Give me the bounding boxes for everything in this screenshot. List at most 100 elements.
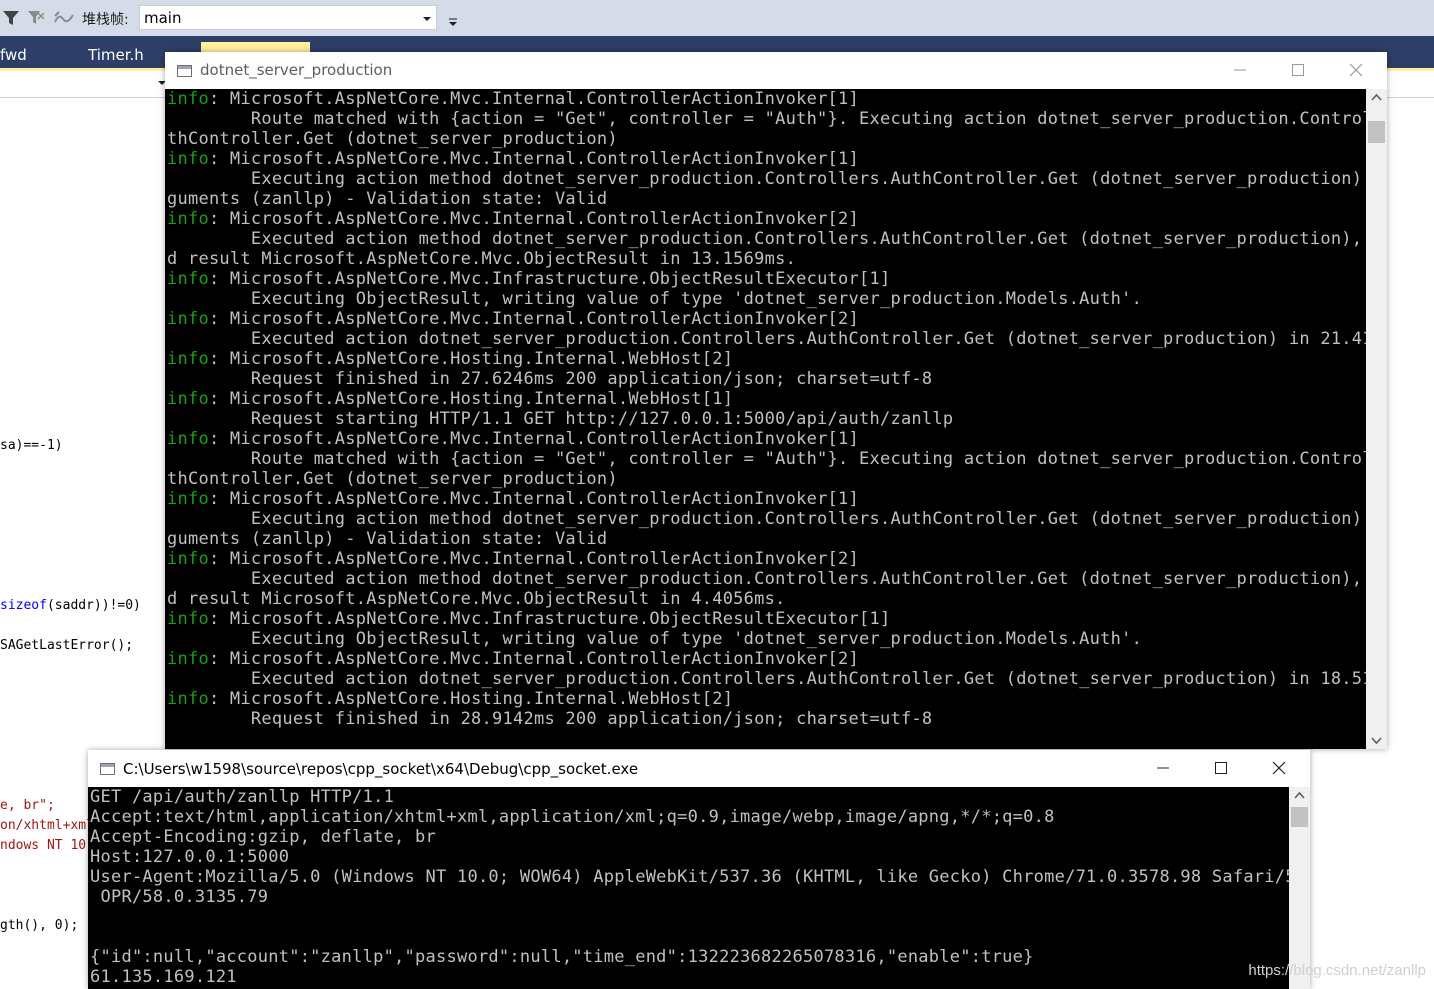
console-output[interactable]: info: Microsoft.AspNetCore.Mvc.Internal.…	[165, 89, 1366, 749]
console-line: d result Microsoft.AspNetCore.Mvc.Object…	[167, 589, 786, 609]
console-line-text: : Microsoft.AspNetCore.Mvc.Internal.Cont…	[208, 429, 860, 449]
watermark-text: https://blog.csdn.net/zanllp	[1248, 962, 1426, 979]
maximize-button[interactable]	[1269, 52, 1327, 89]
code-string: e, br";	[0, 798, 55, 813]
code-keyword: sizeof	[0, 598, 47, 613]
log-level-label: info	[167, 649, 209, 669]
console-line: guments (zanllp) - Validation state: Val…	[167, 529, 607, 549]
tab-timer-h[interactable]: Timer.h	[88, 46, 144, 64]
console-line: Executed action dotnet_server_production…	[167, 669, 1366, 689]
console-line: Request starting HTTP/1.1 GET http://127…	[167, 409, 953, 429]
minimize-button[interactable]	[1211, 52, 1269, 89]
console-line-text: : Microsoft.AspNetCore.Mvc.Internal.Cont…	[208, 649, 860, 669]
code-line: e, br";	[0, 798, 55, 813]
window-title: dotnet_server_production	[200, 61, 393, 79]
filter-clear-icon[interactable]	[27, 9, 45, 27]
console-line-text: Host:127.0.0.1:5000	[90, 847, 290, 867]
console-line: info: Microsoft.AspNetCore.Mvc.Infrastru…	[167, 609, 890, 629]
console-line: guments (zanllp) - Validation state: Val…	[167, 189, 607, 209]
console-line-text: Request finished in 28.9142ms 200 applic…	[167, 709, 933, 729]
close-button[interactable]	[1327, 52, 1385, 89]
console-line-text: : Microsoft.AspNetCore.Mvc.Internal.Cont…	[208, 89, 860, 109]
console-line: {"id":null,"account":"zanllp","password"…	[90, 947, 1034, 967]
console-line: info: Microsoft.AspNetCore.Mvc.Internal.…	[167, 489, 859, 509]
console-line: Request finished in 28.9142ms 200 applic…	[167, 709, 932, 729]
vertical-scrollbar[interactable]	[1366, 89, 1387, 749]
log-level-label: info	[167, 349, 209, 369]
code-line: gth(), 0);	[0, 918, 78, 933]
tab-fwd[interactable]: fwd	[0, 46, 27, 64]
stack-frame-select[interactable]: main	[139, 5, 437, 30]
console-line-text: Accept-Encoding:gzip, deflate, br	[90, 827, 437, 847]
console-line: info: Microsoft.AspNetCore.Mvc.Internal.…	[167, 149, 859, 169]
console-output[interactable]: GET /api/auth/zanllp HTTP/1.1 Accept:text…	[88, 787, 1289, 989]
console-line: OPR/58.0.3135.79	[90, 887, 268, 907]
console-app-icon	[177, 65, 192, 77]
console-line-text: : Microsoft.AspNetCore.Mvc.Internal.Cont…	[208, 489, 860, 509]
console-line-text: 61.135.169.121	[90, 967, 237, 987]
code-text: sa)==-1)	[0, 438, 63, 453]
console-line: Executing action method dotnet_server_pr…	[167, 509, 1366, 529]
scroll-thumb[interactable]	[1368, 121, 1385, 143]
console-line-text: {"id":null,"account":"zanllp","password"…	[90, 947, 1034, 967]
code-line: on/xhtml+xml	[0, 818, 94, 833]
console-app-icon	[100, 763, 115, 775]
console-window-dotnet: dotnet_server_production info: Microsoft…	[165, 52, 1387, 749]
stack-frame-label: 堆栈帧:	[82, 12, 129, 28]
log-level-label: info	[167, 149, 209, 169]
console-line-text: thController.Get (dotnet_server_producti…	[167, 469, 618, 489]
thread-icon[interactable]	[53, 9, 75, 27]
console-line: Host:127.0.0.1:5000	[90, 847, 289, 867]
vertical-scrollbar[interactable]	[1289, 787, 1310, 989]
maximize-button[interactable]	[1192, 750, 1250, 787]
stack-frame-value: main	[144, 9, 182, 27]
scroll-up-icon[interactable]	[1289, 787, 1310, 804]
console-line-text: Executed action dotnet_server_production…	[167, 329, 1366, 349]
console-line: Route matched with {action = "Get", cont…	[167, 449, 1366, 469]
overflow-icon[interactable]	[447, 12, 459, 28]
console-line-text: : Microsoft.AspNetCore.Hosting.Internal.…	[208, 349, 734, 369]
window-title: C:\Users\w1598\source\repos\cpp_socket\x…	[123, 760, 639, 778]
console-line-text: Executing ObjectResult, writing value of…	[167, 289, 1143, 309]
console-line-text: Executed action method dotnet_server_pro…	[167, 569, 1366, 589]
console-line-text: : Microsoft.AspNetCore.Hosting.Internal.…	[208, 389, 734, 409]
code-text: (saddr))!=0)	[46, 598, 141, 613]
console-line-text: : Microsoft.AspNetCore.Mvc.Internal.Cont…	[208, 209, 860, 229]
minimize-button[interactable]	[1134, 750, 1192, 787]
console-line: Executed action method dotnet_server_pro…	[167, 569, 1366, 589]
console-line: Executed action dotnet_server_production…	[167, 329, 1366, 349]
console-line-text: User-Agent:Mozilla/5.0 (Windows NT 10.0;…	[90, 867, 1289, 887]
log-level-label: info	[167, 309, 209, 329]
console-line-text: Request finished in 27.6246ms 200 applic…	[167, 369, 933, 389]
close-button[interactable]	[1250, 750, 1308, 787]
scroll-up-icon[interactable]	[1366, 89, 1387, 106]
log-level-label: info	[167, 389, 209, 409]
ide-toolbar: 堆栈帧: main	[0, 0, 1434, 36]
code-line: sizeof(saddr))!=0)	[0, 598, 141, 613]
console-line: Request finished in 27.6246ms 200 applic…	[167, 369, 932, 389]
scroll-down-icon[interactable]	[1366, 732, 1387, 749]
console-window-cpp-socket: C:\Users\w1598\source\repos\cpp_socket\x…	[88, 750, 1310, 989]
console-line: thController.Get (dotnet_server_producti…	[167, 469, 618, 489]
console-line-text: : Microsoft.AspNetCore.Mvc.Infrastructur…	[208, 609, 891, 629]
log-level-label: info	[167, 489, 209, 509]
console-line: Executed action method dotnet_server_pro…	[167, 229, 1366, 249]
console-line: 61.135.169.121	[90, 967, 237, 987]
console-line-text: : Microsoft.AspNetCore.Hosting.Internal.…	[208, 689, 734, 709]
code-line: ndows NT 10.	[0, 838, 94, 853]
console-line-text: Executing action method dotnet_server_pr…	[167, 509, 1366, 529]
console-line: Accept:text/html,application/xhtml+xml,a…	[90, 807, 1055, 827]
console-line: User-Agent:Mozilla/5.0 (Windows NT 10.0;…	[90, 867, 1289, 887]
console-line-text: Executing action method dotnet_server_pr…	[167, 169, 1366, 189]
console-line: Executing action method dotnet_server_pr…	[167, 169, 1366, 189]
title-bar[interactable]: C:\Users\w1598\source\repos\cpp_socket\x…	[88, 750, 1310, 787]
scroll-thumb[interactable]	[1291, 807, 1308, 827]
code-line: SAGetLastError();	[0, 638, 133, 653]
console-line-text: OPR/58.0.3135.79	[90, 887, 269, 907]
console-line-text: Request starting HTTP/1.1 GET http://127…	[167, 409, 954, 429]
console-line-text: : Microsoft.AspNetCore.Mvc.Internal.Cont…	[208, 549, 860, 569]
title-bar[interactable]: dotnet_server_production	[165, 52, 1387, 89]
console-line: info: Microsoft.AspNetCore.Hosting.Inter…	[167, 689, 733, 709]
console-line-text: Route matched with {action = "Get", cont…	[167, 109, 1366, 129]
filter-icon[interactable]	[2, 9, 20, 27]
